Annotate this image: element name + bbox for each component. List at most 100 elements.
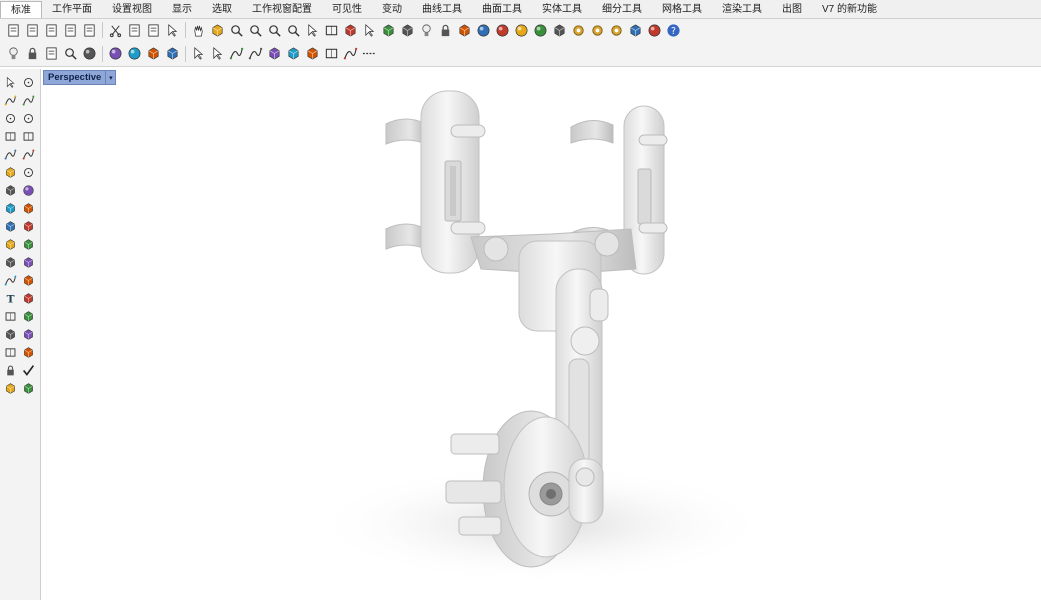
sphere-icon[interactable] [80,45,98,63]
help-icon[interactable]: ? [664,21,682,39]
gear-settings-icon[interactable] [607,21,625,39]
trim-icon[interactable] [2,272,19,289]
freeform-icon[interactable] [20,146,37,163]
shaded-sphere-icon[interactable] [512,21,530,39]
tab-7[interactable]: 变动 [372,1,412,18]
print-icon[interactable] [61,21,79,39]
gumball-icon[interactable] [2,326,19,343]
material-icon[interactable] [550,21,568,39]
transform-icon[interactable] [20,308,37,325]
split-icon[interactable] [20,272,37,289]
import-icon[interactable] [80,21,98,39]
sketch-icon[interactable] [246,45,264,63]
tab-2[interactable]: 设置视图 [102,1,162,18]
four-viewports-icon[interactable] [322,21,340,39]
save-icon[interactable] [42,45,60,63]
paste-icon[interactable] [144,21,162,39]
zoom-icon[interactable] [227,21,245,39]
viewport-dropdown-icon[interactable]: ▾ [105,71,115,84]
select-arrow-icon[interactable] [2,74,19,91]
cplane-icon[interactable] [379,21,397,39]
flag-icon[interactable] [284,45,302,63]
gear-options-icon[interactable] [588,21,606,39]
array-icon[interactable] [2,308,19,325]
ellipse-icon[interactable] [20,110,37,127]
fillet-icon[interactable] [2,236,19,253]
viewport-title-tab[interactable]: Perspective ▾ [43,70,117,85]
paint-icon[interactable] [2,254,19,271]
tab-12[interactable]: 网格工具 [652,1,712,18]
revolve-icon[interactable] [20,164,37,181]
arc-icon[interactable] [2,146,19,163]
light-bulb-icon[interactable] [4,45,22,63]
zoom-window-icon[interactable] [246,21,264,39]
tab-8[interactable]: 曲线工具 [412,1,472,18]
arrow-left-icon[interactable] [189,45,207,63]
dimension-tool-icon[interactable] [20,290,37,307]
extrude-icon[interactable] [2,164,19,181]
layer-icon[interactable] [455,21,473,39]
boolean-icon[interactable] [2,218,19,235]
undo-icon[interactable] [163,21,181,39]
globe-icon[interactable] [645,21,663,39]
render-tool-icon[interactable] [20,380,37,397]
grid-icon[interactable] [2,344,19,361]
check-icon[interactable] [20,362,37,379]
measure-icon[interactable] [20,344,37,361]
dimension-icon[interactable] [626,21,644,39]
rectangle-icon[interactable] [20,128,37,145]
mesh-icon[interactable] [2,380,19,397]
zoom-selected-icon[interactable] [284,21,302,39]
drop-icon[interactable] [20,254,37,271]
sphere-icon[interactable] [493,21,511,39]
cube-group-icon[interactable] [144,45,162,63]
color-wheel-icon[interactable] [125,45,143,63]
open-file-icon[interactable] [23,21,41,39]
render-sphere-icon[interactable] [531,21,549,39]
explode-icon[interactable] [20,218,37,235]
tab-4[interactable]: 选取 [202,1,242,18]
tab-13[interactable]: 渲染工具 [712,1,772,18]
copy-icon[interactable] [125,21,143,39]
tab-3[interactable]: 显示 [162,1,202,18]
undo-view-icon[interactable] [303,21,321,39]
polygon-icon[interactable] [2,128,19,145]
new-file-icon[interactable] [4,21,22,39]
arrow-swap-icon[interactable] [208,45,226,63]
polyline-icon[interactable] [2,92,19,109]
chamfer-icon[interactable] [20,236,37,253]
cut-icon[interactable] [106,21,124,39]
box-icon[interactable] [2,182,19,199]
pen-icon[interactable] [341,45,359,63]
save-icon[interactable] [42,21,60,39]
rotate-view-icon[interactable] [208,21,226,39]
car-icon[interactable] [341,21,359,39]
tab-6[interactable]: 可见性 [322,1,372,18]
render-sphere-icon[interactable] [106,45,124,63]
block-icon[interactable] [2,362,19,379]
color-wheel-icon[interactable] [474,21,492,39]
wireframe-icon[interactable] [303,45,321,63]
perspective-viewport[interactable]: Perspective ▾ [41,69,1041,600]
plane-icon[interactable] [20,200,37,217]
text-icon[interactable]: T [2,290,19,307]
tab-14[interactable]: 出图 [772,1,812,18]
curve-points-icon[interactable] [20,92,37,109]
render-icon[interactable] [163,45,181,63]
point-icon[interactable] [20,74,37,91]
pan-hand-icon[interactable] [189,21,207,39]
tab-15[interactable]: V7 的新功能 [812,1,887,18]
tab-0[interactable]: 标准 [0,1,42,18]
circle-icon[interactable] [2,110,19,127]
zoom-extents-icon[interactable] [61,45,79,63]
dotted-line-icon[interactable] [360,45,378,63]
curve-icon[interactable] [227,45,245,63]
snap-icon[interactable] [398,21,416,39]
tab-1[interactable]: 工作平面 [42,1,102,18]
select-points-icon[interactable] [360,21,378,39]
tab-9[interactable]: 曲面工具 [472,1,532,18]
surface-icon[interactable] [265,45,283,63]
sphere-tool-icon[interactable] [20,182,37,199]
tab-11[interactable]: 细分工具 [592,1,652,18]
zoom-extents-icon[interactable] [265,21,283,39]
